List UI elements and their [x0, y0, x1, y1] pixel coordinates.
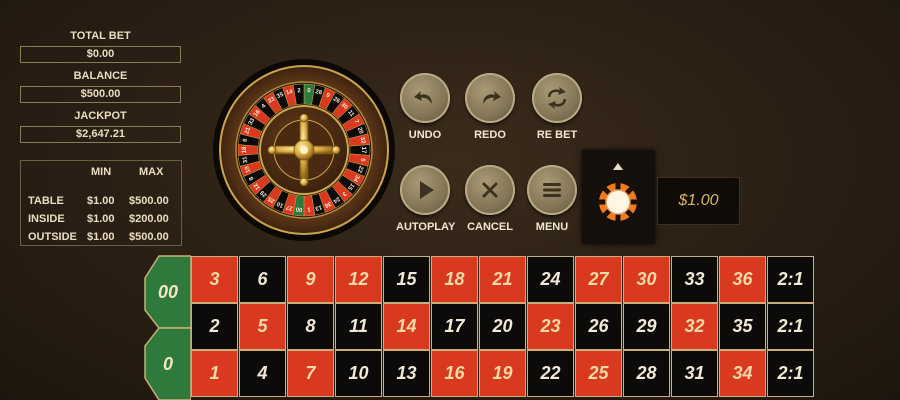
- menu-label: MENU: [535, 221, 569, 233]
- close-icon: [482, 182, 498, 198]
- wheel-pocket-number: 18: [242, 146, 248, 153]
- bet-cell-10[interactable]: 10: [335, 350, 382, 397]
- bet-cell-17[interactable]: 17: [431, 303, 478, 350]
- bet-cell-31[interactable]: 31: [671, 350, 718, 397]
- total-bet-value: $0.00: [20, 46, 181, 63]
- chip-selector-panel[interactable]: [582, 150, 655, 244]
- bet-cell-16[interactable]: 16: [431, 350, 478, 397]
- bet-cell-15[interactable]: 15: [383, 256, 430, 303]
- limit-label: INSIDE: [28, 213, 65, 225]
- bet-cell-20[interactable]: 20: [479, 303, 526, 350]
- bet-cell-1[interactable]: 1: [191, 350, 238, 397]
- chip-icon[interactable]: [598, 182, 638, 222]
- bet-cell-27[interactable]: 27: [575, 256, 622, 303]
- roulette-wheel: 0 28 9 26 30 11 7 20 32 17 5 22 34 15 3 24 36 13 1 00 27 10 25…: [212, 58, 396, 242]
- bet-cell-36[interactable]: 36: [719, 256, 766, 303]
- balance-label: BALANCE: [73, 70, 128, 82]
- bet-cell-7[interactable]: 7: [287, 350, 334, 397]
- autoplay-control[interactable]: AUTOPLAY: [396, 165, 456, 233]
- betting-table: 00 0 3 6 9 12 15 18 21 24 27 30 33 36 2:1 2 5 8 11 14 17 20…: [143, 254, 815, 400]
- redo-button[interactable]: [465, 73, 515, 123]
- bet-cell-23[interactable]: 23: [527, 303, 574, 350]
- column-bet-2to1[interactable]: 2:1: [767, 303, 814, 350]
- limit-max: $500.00: [129, 195, 169, 207]
- undo-control[interactable]: UNDO: [396, 73, 454, 141]
- limits-row: TABLE $1.00 $500.00: [21, 195, 181, 211]
- autoplay-label: AUTOPLAY: [396, 221, 456, 233]
- cancel-label: CANCEL: [467, 221, 513, 233]
- bet-cell-29[interactable]: 29: [623, 303, 670, 350]
- bet-cell-25[interactable]: 25: [575, 350, 622, 397]
- bet-cell-19[interactable]: 19: [479, 350, 526, 397]
- bet-cell-2[interactable]: 2: [191, 303, 238, 350]
- undo-label: UNDO: [408, 129, 442, 141]
- balance-value: $500.00: [20, 86, 181, 103]
- bet-cell-6[interactable]: 6: [239, 256, 286, 303]
- limit-min: $1.00: [87, 231, 115, 243]
- bet-cell-0[interactable]: 0: [145, 328, 191, 400]
- chip-value-display: $1.00: [657, 177, 740, 225]
- bet-cell-12[interactable]: 12: [335, 256, 382, 303]
- autoplay-button[interactable]: [400, 165, 450, 215]
- bet-cell-4[interactable]: 4: [239, 350, 286, 397]
- bet-cell-33[interactable]: 33: [671, 256, 718, 303]
- rebet-control[interactable]: RE BET: [528, 73, 586, 141]
- bet-cell-28[interactable]: 28: [623, 350, 670, 397]
- hamburger-menu-icon: [543, 183, 561, 197]
- limit-max: $200.00: [129, 213, 169, 225]
- play-icon: [420, 181, 434, 199]
- bet-cell-35[interactable]: 35: [719, 303, 766, 350]
- rebet-label: RE BET: [536, 129, 578, 141]
- undo-button[interactable]: [400, 73, 450, 123]
- bet-cell-32[interactable]: 32: [671, 303, 718, 350]
- cancel-button[interactable]: [465, 165, 515, 215]
- menu-button[interactable]: [527, 165, 577, 215]
- rebet-cycle-icon: [548, 87, 566, 109]
- limits-row: OUTSIDE $1.00 $500.00: [21, 231, 181, 247]
- bet-cell-26[interactable]: 26: [575, 303, 622, 350]
- bet-cell-21[interactable]: 21: [479, 256, 526, 303]
- bet-cell-30[interactable]: 30: [623, 256, 670, 303]
- bet-cell-14[interactable]: 14: [383, 303, 430, 350]
- bet-cell-34[interactable]: 34: [719, 350, 766, 397]
- column-bet-2to1[interactable]: 2:1: [767, 350, 814, 397]
- bet-cell-3[interactable]: 3: [191, 256, 238, 303]
- wheel-pocket-number: 17: [360, 147, 366, 154]
- limits-row: INSIDE $1.00 $200.00: [21, 213, 181, 229]
- bet-cell-18[interactable]: 18: [431, 256, 478, 303]
- menu-control[interactable]: MENU: [523, 165, 581, 233]
- limit-min: $1.00: [87, 195, 115, 207]
- chip-up-arrow-icon[interactable]: [613, 163, 623, 170]
- rebet-button[interactable]: [532, 73, 582, 123]
- column-bet-2to1[interactable]: 2:1: [767, 256, 814, 303]
- bet-cell-00[interactable]: 00: [145, 256, 191, 328]
- jackpot-value: $2,647.21: [20, 126, 181, 143]
- limit-min: $1.00: [87, 213, 115, 225]
- min-header: MIN: [91, 166, 112, 178]
- limit-label: TABLE: [28, 195, 64, 207]
- total-bet-label: TOTAL BET: [70, 30, 131, 42]
- max-header: MAX: [139, 166, 164, 178]
- limit-label: OUTSIDE: [28, 231, 77, 243]
- jackpot-label: JACKPOT: [74, 110, 127, 122]
- bet-cell-11[interactable]: 11: [335, 303, 382, 350]
- bet-cell-8[interactable]: 8: [287, 303, 334, 350]
- bet-cell-5[interactable]: 5: [239, 303, 286, 350]
- bet-cell-9[interactable]: 9: [287, 256, 334, 303]
- undo-arrow-icon: [414, 91, 432, 104]
- redo-control[interactable]: REDO: [461, 73, 519, 141]
- bet-cell-22[interactable]: 22: [527, 350, 574, 397]
- redo-arrow-icon: [483, 91, 501, 104]
- bet-cell-13[interactable]: 13: [383, 350, 430, 397]
- bet-cell-24[interactable]: 24: [527, 256, 574, 303]
- cancel-control[interactable]: CANCEL: [461, 165, 519, 233]
- limit-max: $500.00: [129, 231, 169, 243]
- wheel-pocket-number: 00: [295, 205, 303, 212]
- redo-label: REDO: [474, 129, 506, 141]
- bet-limits-table: MIN MAX TABLE $1.00 $500.00 INSIDE $1.00…: [20, 160, 182, 246]
